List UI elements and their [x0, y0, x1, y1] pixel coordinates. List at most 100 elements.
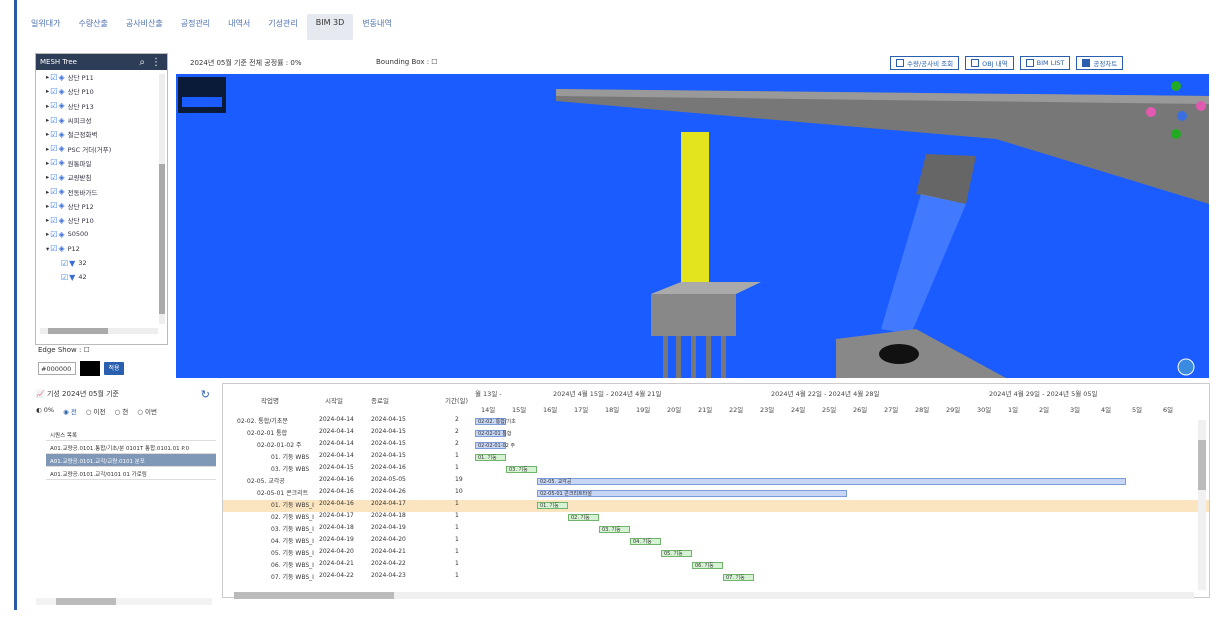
list-item[interactable]: A01.교량공.0101.통합/기초/분 0101T 통합.0101.01 P.…: [46, 441, 216, 454]
tree-item[interactable]: ▸ ☑ ◈ 전동바가드: [46, 184, 167, 198]
gantt-bar[interactable]: 02-02-01 통합: [475, 430, 512, 437]
tab-quantity[interactable]: 수량산출: [69, 14, 116, 40]
tab-changes[interactable]: 변동내역: [353, 14, 400, 40]
bim-3d-viewport[interactable]: [176, 74, 1209, 378]
refresh-icon[interactable]: ↻: [201, 388, 210, 401]
gantt-bar[interactable]: 02-05-01 콘크리트타설: [537, 490, 847, 497]
end-date: 2024-04-15: [371, 440, 406, 447]
zoom-icon[interactable]: ⌕: [139, 57, 145, 68]
radio-prev[interactable]: ○ 이전: [86, 406, 106, 416]
table-row[interactable]: 01. 기둥 WBS 2024-04-14 2024-04-15 1 01. 기둥: [223, 452, 1209, 464]
gantt-bar[interactable]: 03. 기둥: [506, 466, 537, 473]
start-date: 2024-04-14: [319, 428, 354, 435]
list-item[interactable]: 시퀀스 목록: [46, 428, 216, 441]
gantt-bar[interactable]: 02. 기둥: [568, 514, 599, 521]
gantt-vscroll-thumb[interactable]: [1198, 440, 1206, 490]
tree-item[interactable]: ▸ ☑ ◈ 상단 P11: [46, 70, 167, 84]
bounding-box-toggle[interactable]: Bounding Box : ☐: [376, 58, 438, 66]
schedule-chart-button[interactable]: 공정차트: [1076, 56, 1124, 70]
start-date: 2024-04-15: [319, 464, 354, 471]
end-date: 2024-04-15: [371, 428, 406, 435]
task-name: 02-02. 통합/기초분: [237, 418, 288, 425]
list-item[interactable]: A01.교량공.0101.교각/0101 01 가로림: [46, 467, 216, 480]
more-icon[interactable]: ⋮: [151, 57, 161, 68]
duration: 10: [455, 488, 463, 495]
table-row[interactable]: 03. 기둥 WBS_I 2024-04-18 2024-04-19 1 03. …: [223, 524, 1209, 536]
tab-schedule[interactable]: 공정관리: [172, 14, 219, 40]
list-item[interactable]: A01.교량공.0101.교각/교량.0101 분포: [46, 454, 216, 467]
tab-progress[interactable]: 기성관리: [259, 14, 306, 40]
mesh-tree-panel: MESH Tree ⌕ ⋮ ▸ ☑ ◈ 상단 P11 ▸ ☑ ◈ 상단 P10 ▸ ☑ ◈ 상단 P…: [35, 53, 168, 345]
gantt-hscrollbar[interactable]: [234, 592, 1194, 599]
gantt-bar[interactable]: 05. 기둥: [661, 550, 692, 557]
radio-cur[interactable]: ○ 현: [115, 406, 129, 416]
gantt-bar[interactable]: 02-05. 교각공: [537, 478, 1126, 485]
tree-hscrollbar[interactable]: [40, 328, 158, 334]
gantt-hscroll-thumb[interactable]: [234, 592, 394, 599]
table-row[interactable]: 03. 기둥 WBS 2024-04-15 2024-04-16 1 03. 기둥: [223, 464, 1209, 476]
foundation-block: [836, 329, 1006, 378]
table-row[interactable]: 02-05. 교각공 2024-04-16 2024-05-05 19 02-05…: [223, 476, 1209, 488]
day-header: 14일: [481, 406, 496, 414]
tree-item[interactable]: ☑ ▼ 32: [46, 256, 167, 270]
tree-scroll-thumb[interactable]: [159, 164, 165, 314]
table-row[interactable]: 02-02-01 통합 2024-04-14 2024-04-15 2 02-02…: [223, 428, 1209, 440]
table-row[interactable]: 07. 기둥 WBS_I 2024-04-22 2024-04-23 1 07. …: [223, 572, 1209, 584]
end-date: 2024-04-18: [371, 512, 406, 519]
tree-item[interactable]: ☑ ▼ 42: [46, 270, 167, 284]
tree-item[interactable]: ▸ ☑ ◈ 씨피크성: [46, 113, 167, 127]
tree-item[interactable]: ▸ ☑ ◈ PSC 거더(거푸): [46, 141, 167, 155]
tree-item[interactable]: ▸ ☑ ◈ 상단 P13: [46, 99, 167, 113]
tab-unit-price[interactable]: 일위대가: [22, 14, 69, 40]
gantt-bar[interactable]: 01. 기둥: [475, 454, 506, 461]
tab-cost[interactable]: 공사비산출: [117, 14, 172, 40]
tree-item[interactable]: ▾ ☑ ◈ P12: [46, 242, 167, 256]
tree-item[interactable]: ▸ ☑ ◈ 교량받침: [46, 170, 167, 184]
tree-item[interactable]: ▸ ☑ ◈ 철근정화벽: [46, 127, 167, 141]
list-hscroll-thumb[interactable]: [56, 598, 116, 605]
table-row[interactable]: 02-02-01-02 주 2024-04-14 2024-04-15 2 02-…: [223, 440, 1209, 452]
table-row[interactable]: 04. 기둥 WBS_I 2024-04-19 2024-04-20 1 04. …: [223, 536, 1209, 548]
duration: 2: [455, 416, 459, 423]
gantt-bar[interactable]: 01. 기둥: [537, 502, 568, 509]
tree-item[interactable]: ▸ ☑ ◈ 상단 P10: [46, 84, 167, 98]
gantt-bar[interactable]: 03. 기둥: [599, 526, 630, 533]
list-hscrollbar[interactable]: [36, 598, 212, 605]
radio-percent[interactable]: ◐ 0%: [36, 406, 54, 416]
duration: 1: [455, 452, 459, 459]
apply-button[interactable]: 적용: [104, 362, 124, 375]
quantity-cost-button[interactable]: 수량/공사비 조회: [890, 56, 960, 70]
bim-scene: [556, 81, 1209, 378]
gantt-bar[interactable]: 07. 기둥: [723, 574, 754, 581]
gantt-bar[interactable]: 06. 기둥: [692, 562, 723, 569]
edge-color-input[interactable]: #000000: [38, 362, 76, 375]
tab-bim3d[interactable]: BIM 3D: [306, 14, 354, 40]
end-date: 2024-04-26: [371, 488, 406, 495]
tree-scrollbar[interactable]: [159, 74, 165, 324]
table-row[interactable]: 01. 기둥 WBS_I 2024-04-16 2024-04-17 1 01. …: [223, 500, 1209, 512]
table-row[interactable]: 02-02. 통합/기초분 2024-04-14 2024-04-15 2 02-…: [223, 416, 1209, 428]
tree-item[interactable]: ▸ ☑ ◈ S0500: [46, 227, 167, 241]
start-date: 2024-04-14: [319, 452, 354, 459]
gantt-bar[interactable]: 02-02-01-02 주: [475, 442, 515, 449]
table-row[interactable]: 05. 기둥 WBS_I 2024-04-20 2024-04-21 1 05. …: [223, 548, 1209, 560]
tree-item[interactable]: ▸ ☑ ◈ 상단 P12: [46, 199, 167, 213]
gantt-bar[interactable]: 04. 기둥: [630, 538, 661, 545]
radio-next[interactable]: ○ 이번: [137, 406, 157, 416]
tree-item[interactable]: ▸ ☑ ◈ 원통파일: [46, 156, 167, 170]
gantt-vscrollbar[interactable]: [1198, 420, 1206, 590]
day-header: 5일: [1132, 406, 1143, 414]
bim-list-button[interactable]: BIM LIST: [1019, 56, 1071, 70]
table-row[interactable]: 02. 기둥 WBS_I 2024-04-17 2024-04-18 1 02. …: [223, 512, 1209, 524]
gantt-bar[interactable]: 02-02. 통합/기초: [475, 418, 516, 425]
tab-statement[interactable]: 내역서: [219, 14, 259, 40]
table-row[interactable]: 02-05-01 콘크리트 2024-04-16 2024-04-26 10 02…: [223, 488, 1209, 500]
tree-hscroll-thumb[interactable]: [48, 328, 108, 334]
edge-color-swatch[interactable]: [80, 361, 100, 376]
table-row[interactable]: 06. 기둥 WBS_I 2024-04-21 2024-04-22 1 06. …: [223, 560, 1209, 572]
obj-statement-button[interactable]: OBJ 내역: [965, 56, 1014, 70]
info-icon: [896, 59, 904, 67]
radio-all[interactable]: ◉ 전: [63, 406, 77, 416]
edge-show-checkbox[interactable]: ☐: [84, 346, 90, 354]
tree-item[interactable]: ▸ ☑ ◈ 상단 P10: [46, 213, 167, 227]
